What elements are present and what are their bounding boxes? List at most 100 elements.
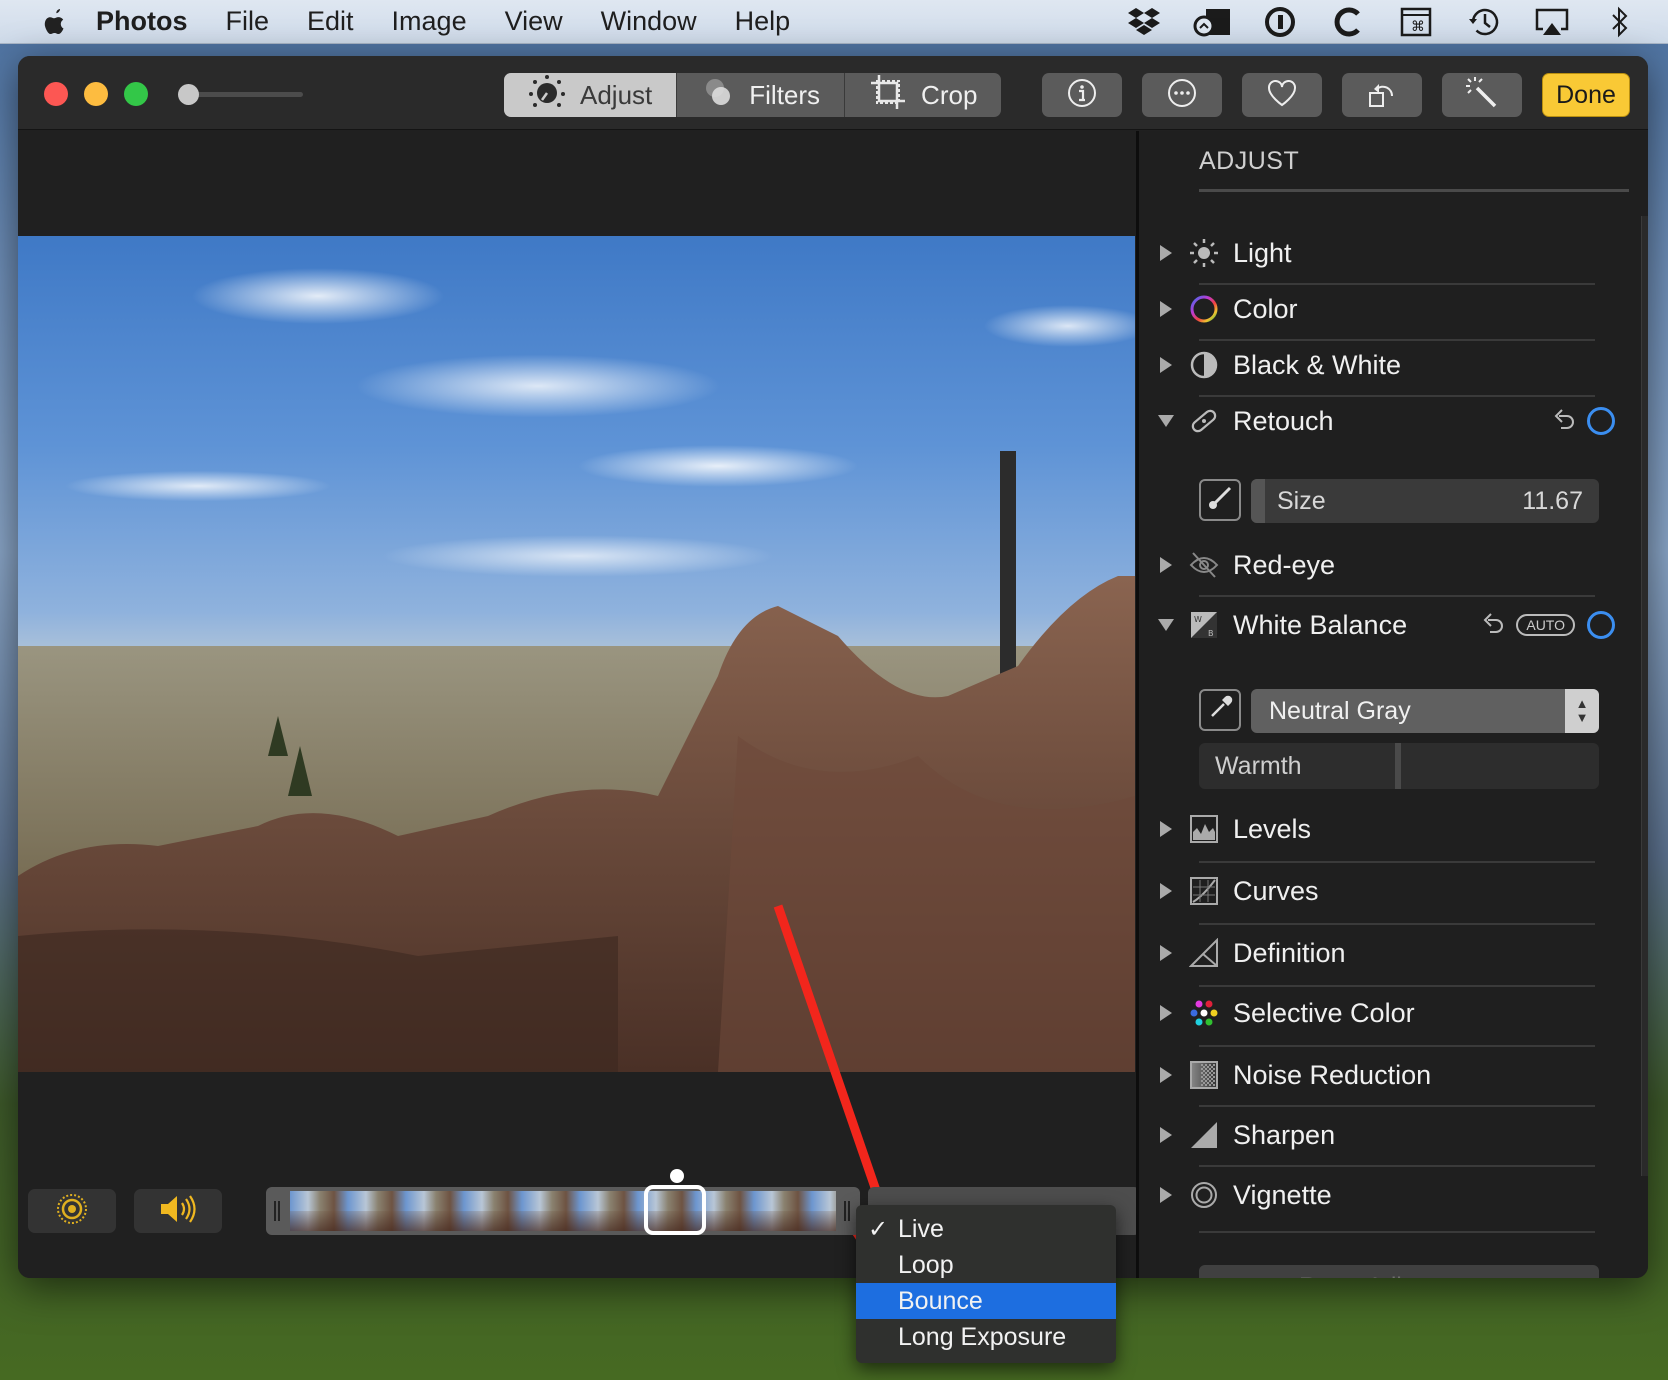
trim-handle-left[interactable] [274,1201,280,1221]
favorite-button[interactable] [1242,73,1322,117]
speaker-icon [158,1193,198,1230]
section-curves[interactable]: Curves [1139,863,1629,919]
revert-icon[interactable] [1553,407,1575,436]
1password-icon[interactable] [1260,4,1300,40]
menu-help[interactable]: Help [735,6,791,37]
brush-size-slider[interactable]: Size 11.67 [1251,479,1599,523]
bluetooth-icon[interactable] [1600,4,1640,40]
menu-bar: Photos File Edit Image View Window Help … [0,0,1668,44]
disclosure-triangle-icon[interactable] [1139,944,1175,962]
enhance-button[interactable] [1442,73,1522,117]
section-sharpen[interactable]: Sharpen [1139,1107,1629,1163]
info-button[interactable] [1042,73,1122,117]
key-photo-selector[interactable] [644,1185,706,1235]
live-photo-icon [55,1192,89,1231]
rotate-button[interactable] [1342,73,1422,117]
brush-tool-button[interactable] [1199,479,1241,521]
disclosure-triangle-icon[interactable] [1139,1066,1175,1084]
menu-option-long-exposure[interactable]: Long Exposure [856,1319,1116,1355]
color-wheel-icon [1189,294,1219,324]
live-toggle-button[interactable] [28,1189,116,1233]
revert-icon[interactable] [1482,611,1504,640]
sun-icon [1189,238,1219,268]
cheatsheet-icon[interactable]: ⌘ [1396,4,1436,40]
adjust-dial-icon [528,73,566,117]
rock-landscape [18,451,1135,1072]
eyedropper-button[interactable] [1199,689,1241,731]
disclosure-triangle-icon[interactable] [1139,556,1175,574]
done-button[interactable]: Done [1542,73,1630,117]
section-retouch[interactable]: Retouch [1139,393,1629,449]
disclosure-triangle-expanded-icon[interactable] [1139,618,1175,632]
section-vignette[interactable]: Vignette [1139,1167,1629,1223]
menu-option-live[interactable]: ✓ Live [856,1211,1116,1247]
warmth-slider-handle[interactable] [1395,743,1401,789]
menu-view[interactable]: View [505,6,563,37]
auto-button[interactable]: AUTO [1516,614,1575,636]
section-light[interactable]: Light [1139,225,1629,281]
menu-option-loop[interactable]: Loop [856,1247,1116,1283]
menu-photos[interactable]: Photos [96,6,188,37]
crop-icon [869,73,907,117]
menu-image[interactable]: Image [392,6,467,37]
more-icon [1167,78,1197,113]
reset-adjustments-button[interactable]: Reset Adjustments [1199,1265,1599,1278]
trim-handle-right[interactable] [844,1201,850,1221]
disclosure-triangle-icon[interactable] [1139,882,1175,900]
magic-wand-icon [1465,76,1499,115]
live-photo-image[interactable] [18,236,1135,1072]
disclosure-triangle-icon[interactable] [1139,356,1175,374]
disclosure-triangle-icon[interactable] [1139,820,1175,838]
disclosure-triangle-icon[interactable] [1139,244,1175,262]
disclosure-triangle-icon[interactable] [1139,300,1175,318]
section-white-balance[interactable]: WB White Balance AUTO [1139,597,1629,653]
tab-filters[interactable]: Filters [677,73,846,117]
zoom-slider-knob[interactable] [178,84,199,105]
sound-toggle-button[interactable] [134,1189,222,1233]
edit-mode-tabs: Adjust Filters Crop [504,73,1002,117]
section-red-eye[interactable]: Red-eye [1139,537,1629,593]
disclosure-triangle-expanded-icon[interactable] [1139,414,1175,428]
fullscreen-button[interactable] [124,82,148,106]
minimize-button[interactable] [84,82,108,106]
dropbox-icon[interactable] [1124,4,1164,40]
selective-color-icon [1189,998,1219,1028]
tab-adjust[interactable]: Adjust [504,73,678,117]
sharpen-icon [1189,1120,1219,1150]
section-definition[interactable]: Definition [1139,925,1629,981]
section-color[interactable]: Color [1139,281,1629,337]
disclosure-triangle-icon[interactable] [1139,1004,1175,1022]
time-machine-icon[interactable] [1464,4,1504,40]
retouch-enable-toggle[interactable] [1587,407,1615,435]
section-black-white[interactable]: Black & White [1139,337,1629,393]
menu-window[interactable]: Window [601,6,697,37]
warmth-slider[interactable]: Warmth [1199,743,1599,789]
menu-option-bounce[interactable]: Bounce [856,1283,1116,1319]
section-label: Color [1233,293,1298,324]
close-button[interactable] [44,82,68,106]
warmth-label: Warmth [1215,751,1302,780]
slider-handle[interactable] [1251,479,1265,523]
section-levels[interactable]: Levels [1139,801,1629,857]
controlplane-icon[interactable] [1192,4,1232,40]
more-button[interactable] [1142,73,1222,117]
frame-thumbnails [290,1191,836,1231]
divider [1199,189,1629,192]
disclosure-triangle-icon[interactable] [1139,1126,1175,1144]
menu-file[interactable]: File [226,6,270,37]
cloudapp-icon[interactable] [1328,4,1368,40]
section-label: Selective Color [1233,997,1415,1028]
section-selective-color[interactable]: Selective Color [1139,985,1629,1041]
white-balance-mode-select[interactable]: Neutral Gray ▲ ▼ [1251,689,1599,733]
svg-text:B: B [1208,629,1214,638]
airplay-icon[interactable] [1532,4,1572,40]
section-noise-reduction[interactable]: Noise Reduction [1139,1047,1629,1103]
live-photo-frame-strip[interactable] [266,1185,860,1235]
menu-edit[interactable]: Edit [307,6,354,37]
apple-menu-icon[interactable] [40,7,70,37]
sidebar-scrollbar[interactable] [1641,216,1648,1176]
white-balance-enable-toggle[interactable] [1587,611,1615,639]
tab-crop[interactable]: Crop [845,73,1002,117]
disclosure-triangle-icon[interactable] [1139,1186,1175,1204]
zoom-slider[interactable] [178,84,303,105]
